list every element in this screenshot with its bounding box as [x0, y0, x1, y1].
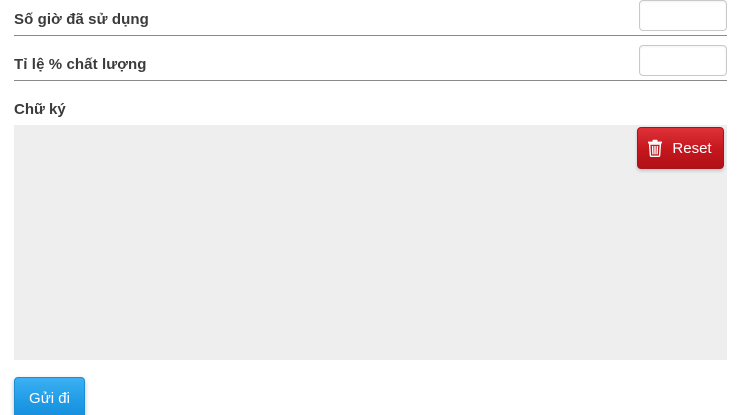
quality-percent-input[interactable]: [639, 45, 727, 76]
hours-used-row: Số giờ đã sử dụng: [14, 0, 727, 36]
signature-pad[interactable]: Reset: [14, 125, 727, 360]
quality-percent-label: Tỉ lệ % chất lượng: [14, 56, 147, 73]
form-page: Số giờ đã sử dụng Tỉ lệ % chất lượng Chữ…: [0, 0, 737, 415]
trash-icon: [647, 139, 663, 157]
hours-used-input[interactable]: [639, 0, 727, 31]
hours-used-label: Số giờ đã sử dụng: [14, 11, 149, 28]
signature-label: Chữ ký: [14, 101, 66, 118]
reset-button-label: Reset: [672, 139, 712, 157]
submit-button[interactable]: Gửi đi: [14, 377, 85, 415]
reset-signature-button[interactable]: Reset: [637, 127, 724, 169]
quality-percent-row: Tỉ lệ % chất lượng: [14, 44, 727, 81]
